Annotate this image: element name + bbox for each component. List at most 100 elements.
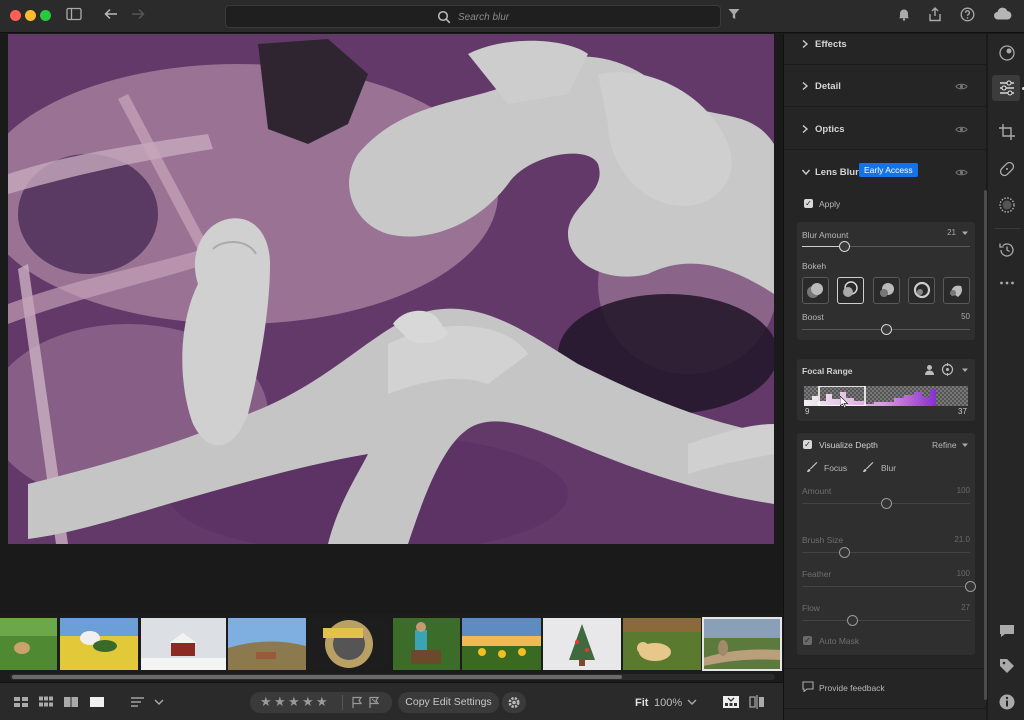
star-2-icon[interactable]: ★: [274, 695, 286, 709]
apply-checkbox[interactable]: ✓: [804, 199, 813, 208]
filter-icon[interactable]: [727, 7, 745, 25]
star-3-icon[interactable]: ★: [288, 695, 300, 709]
focus-brush-icon[interactable]: [806, 461, 818, 473]
refine-label[interactable]: Refine: [932, 440, 957, 450]
more-options-icon[interactable]: [998, 274, 1016, 292]
crop-icon[interactable]: [998, 123, 1016, 141]
detail-view-icon[interactable]: [89, 695, 105, 709]
thumbnail-8[interactable]: [543, 618, 621, 670]
star-rating[interactable]: ★ ★ ★ ★ ★: [250, 692, 392, 713]
brush-size-slider[interactable]: [838, 547, 850, 558]
back-arrow-icon[interactable]: [103, 7, 121, 25]
flow-value[interactable]: 27: [944, 603, 970, 612]
zoom-window-button[interactable]: [40, 10, 51, 21]
copy-edit-settings-button[interactable]: Copy Edit Settings: [398, 692, 499, 713]
section-detail[interactable]: Detail: [784, 65, 986, 107]
depth-visualization-photo[interactable]: [8, 34, 774, 544]
forward-arrow-icon[interactable]: [130, 7, 148, 25]
filmstrip-scrollbar-thumb[interactable]: [12, 675, 622, 679]
cloud-icon[interactable]: [993, 7, 1015, 25]
focal-range-chevron-icon[interactable]: [961, 366, 969, 374]
thumbnail-7[interactable]: [462, 618, 541, 670]
feather-track[interactable]: [802, 586, 970, 587]
grid-view-icon[interactable]: [13, 695, 29, 709]
thumbnail-5[interactable]: [309, 618, 390, 670]
zoom-chevron-down-icon[interactable]: [686, 695, 698, 709]
healing-bandage-icon[interactable]: [998, 160, 1016, 178]
provide-feedback-link[interactable]: Provide feedback: [819, 683, 885, 693]
boost-slider[interactable]: [880, 324, 892, 335]
focus-brush-label[interactable]: Focus: [824, 463, 847, 473]
blur-amount-chevron-icon[interactable]: [961, 229, 969, 237]
amount-slider[interactable]: [880, 498, 892, 509]
flag-pick-icon[interactable]: [351, 696, 364, 709]
tag-icon[interactable]: [998, 657, 1016, 675]
section-optics[interactable]: Optics: [784, 108, 986, 150]
blur-brush-label[interactable]: Blur: [881, 463, 896, 473]
focal-range-histogram[interactable]: [804, 386, 968, 406]
chevron-down-icon[interactable]: [153, 695, 165, 709]
point-select-icon[interactable]: [941, 363, 954, 376]
info-icon[interactable]: [998, 693, 1016, 711]
flow-slider[interactable]: [846, 615, 858, 626]
section-effects[interactable]: Effects: [784, 34, 986, 65]
star-4-icon[interactable]: ★: [302, 695, 314, 709]
bokeh-option-1[interactable]: [802, 277, 829, 304]
bell-icon[interactable]: [897, 7, 915, 25]
sidebar-toggle-icon[interactable]: [66, 7, 84, 25]
thumbnail-2[interactable]: [60, 618, 138, 670]
bokeh-option-2-selected[interactable]: [837, 277, 864, 304]
feather-value[interactable]: 100: [944, 569, 970, 578]
bokeh-option-3[interactable]: [873, 277, 900, 304]
sort-icon[interactable]: [130, 695, 146, 709]
chevron-down-icon[interactable]: [801, 167, 811, 177]
zoom-level[interactable]: 100%: [654, 697, 682, 709]
star-5-icon[interactable]: ★: [316, 695, 328, 709]
eye-icon[interactable]: [955, 125, 968, 134]
thumbnail-9[interactable]: [623, 618, 701, 670]
eye-icon[interactable]: [955, 168, 968, 177]
masking-icon[interactable]: [998, 196, 1016, 214]
auto-mask-checkbox[interactable]: ✓: [803, 636, 812, 645]
rail-divider: [994, 228, 1020, 229]
square-grid-view-icon[interactable]: [38, 695, 54, 709]
boost-value[interactable]: 50: [946, 312, 970, 321]
amount-value[interactable]: 100: [944, 486, 970, 495]
blur-brush-icon[interactable]: [862, 461, 874, 473]
edit-presets-icon[interactable]: [998, 44, 1016, 62]
blur-amount-slider[interactable]: [838, 241, 850, 252]
thumbnail-1[interactable]: [0, 618, 57, 670]
thumbnail-3[interactable]: [141, 618, 226, 670]
minimize-window-button[interactable]: [25, 10, 36, 21]
compare-view-icon[interactable]: [63, 695, 79, 709]
before-after-icon[interactable]: [748, 695, 766, 709]
subject-select-icon[interactable]: [923, 363, 936, 376]
bokeh-option-5[interactable]: [943, 277, 970, 304]
star-1-icon[interactable]: ★: [260, 695, 272, 709]
edit-settings-gear-button[interactable]: [502, 692, 526, 713]
brush-size-value[interactable]: 21.0: [944, 535, 970, 544]
bokeh-option-4[interactable]: [908, 277, 935, 304]
thumbnail-10-selected[interactable]: [702, 617, 782, 671]
sliders-icon[interactable]: [998, 79, 1016, 97]
visualize-depth-checkbox[interactable]: ✓: [803, 440, 812, 449]
brush-size-track[interactable]: [802, 552, 970, 553]
feather-slider[interactable]: [964, 581, 976, 592]
section-title-lens-blur[interactable]: Lens Blur: [815, 167, 859, 178]
share-icon[interactable]: [928, 7, 946, 25]
refine-chevron-icon[interactable]: [961, 441, 969, 449]
thumbnail-4[interactable]: [228, 618, 306, 670]
blur-amount-value[interactable]: 21: [936, 228, 956, 237]
history-icon[interactable]: [998, 241, 1016, 259]
comments-icon[interactable]: [998, 622, 1016, 640]
help-icon[interactable]: [960, 7, 978, 25]
search-input[interactable]: [458, 10, 698, 24]
zoom-fit-label[interactable]: Fit: [635, 697, 648, 709]
filmstrip-toggle-icon[interactable]: [722, 695, 740, 709]
flow-track[interactable]: [802, 620, 970, 621]
flag-reject-icon[interactable]: [368, 696, 381, 709]
close-window-button[interactable]: [10, 10, 21, 21]
search-box[interactable]: [225, 5, 721, 28]
thumbnail-6[interactable]: [393, 618, 460, 670]
eye-icon[interactable]: [955, 82, 968, 91]
